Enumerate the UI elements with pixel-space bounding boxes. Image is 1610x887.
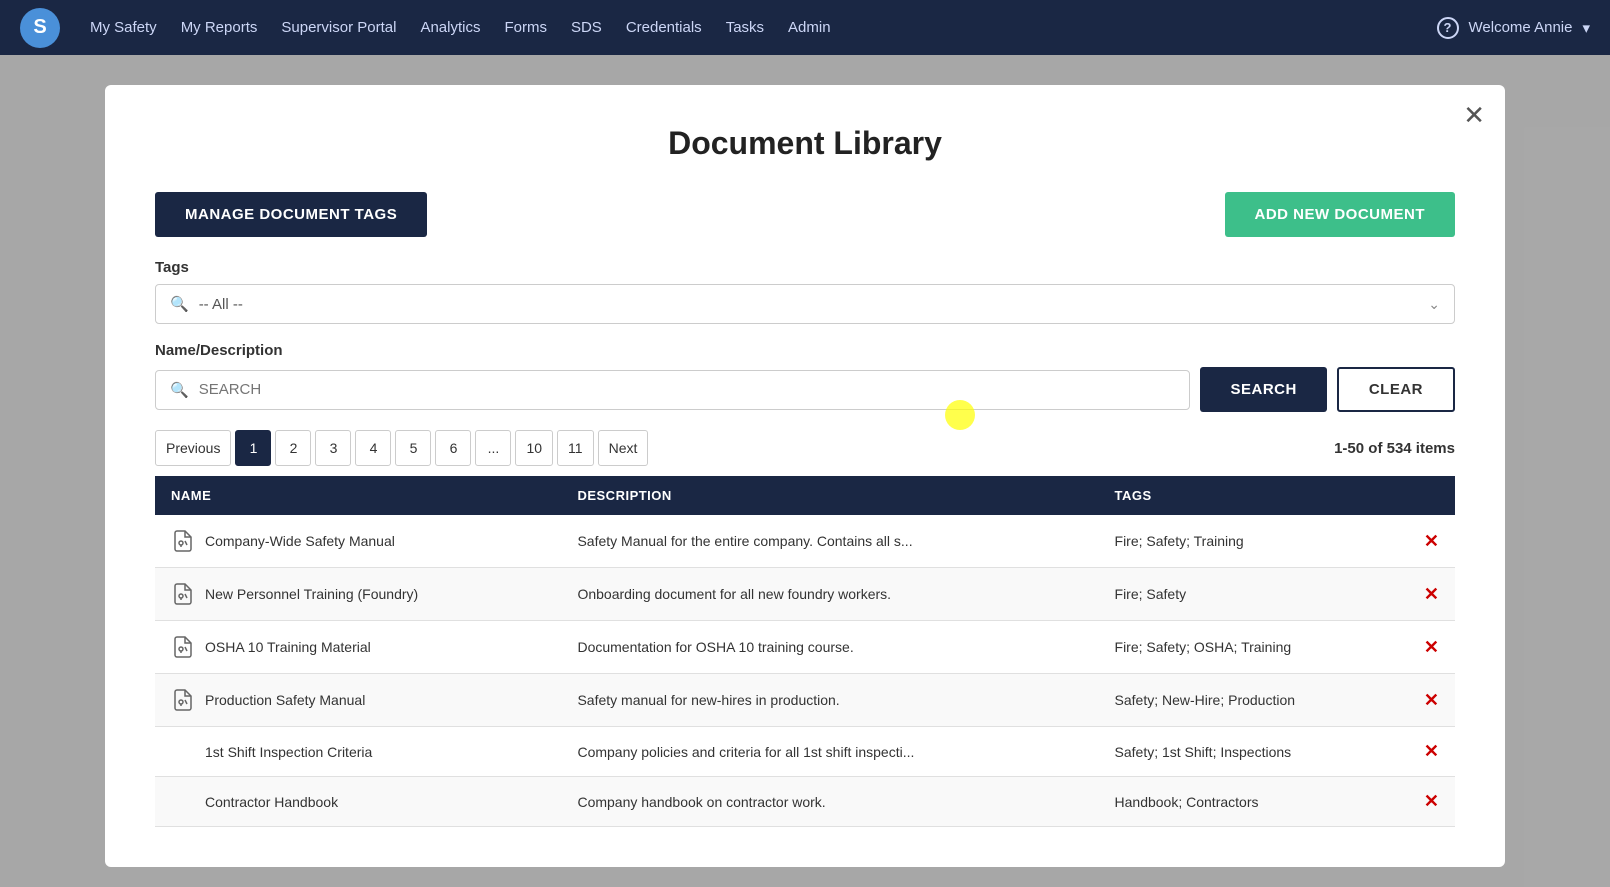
doc-delete-cell: ✕ (1408, 674, 1455, 727)
search-input-wrap: 🔍 (155, 370, 1190, 410)
doc-delete-cell: ✕ (1408, 568, 1455, 621)
user-chevron-icon[interactable]: ▾ (1582, 19, 1590, 37)
nav-tasks[interactable]: Tasks (726, 19, 764, 36)
nav-analytics[interactable]: Analytics (420, 19, 480, 36)
doc-name-cell: New Personnel Training (Foundry) (155, 568, 561, 621)
documents-table: NAME DESCRIPTION TAGS Company-Wide Safet… (155, 476, 1455, 827)
nav-sds[interactable]: SDS (571, 19, 602, 36)
welcome-text: Welcome Annie (1469, 19, 1573, 36)
nav-my-reports[interactable]: My Reports (181, 19, 258, 36)
tags-search-icon: 🔍 (170, 295, 189, 313)
document-icon (171, 582, 195, 606)
tags-dropdown[interactable]: 🔍 -- All -- ⌄ (155, 284, 1455, 324)
page-2-button[interactable]: 2 (275, 430, 311, 466)
manage-document-tags-button[interactable]: MANAGE DOCUMENT TAGS (155, 192, 427, 237)
navbar: S My Safety My Reports Supervisor Portal… (0, 0, 1610, 55)
doc-name-cell: 1st Shift Inspection Criteria (155, 727, 561, 777)
delete-document-button[interactable]: ✕ (1424, 584, 1439, 605)
doc-name-cell: Production Safety Manual (155, 674, 561, 727)
page-1-button[interactable]: 1 (235, 430, 271, 466)
doc-name-cell: Contractor Handbook (155, 777, 561, 827)
document-icon (171, 688, 195, 712)
doc-delete-cell: ✕ (1408, 515, 1455, 568)
page-3-button[interactable]: 3 (315, 430, 351, 466)
page-6-button[interactable]: 6 (435, 430, 471, 466)
table-row: Company-Wide Safety ManualSafety Manual … (155, 515, 1455, 568)
items-count: 1-50 of 534 items (1334, 440, 1455, 457)
add-new-document-button[interactable]: ADD NEW DOCUMENT (1225, 192, 1456, 237)
clear-button[interactable]: CLEAR (1337, 367, 1455, 412)
table-row: Production Safety ManualSafety manual fo… (155, 674, 1455, 727)
doc-description-cell: Documentation for OSHA 10 training cours… (561, 621, 1098, 674)
delete-document-button[interactable]: ✕ (1424, 791, 1439, 812)
nav-forms[interactable]: Forms (504, 19, 547, 36)
tags-chevron-icon: ⌄ (1428, 296, 1440, 313)
doc-tags-cell: Fire; Safety (1099, 568, 1408, 621)
search-input[interactable] (199, 381, 1176, 398)
doc-tags-cell: Safety; New-Hire; Production (1099, 674, 1408, 727)
doc-tags-cell: Safety; 1st Shift; Inspections (1099, 727, 1408, 777)
doc-tags-cell: Handbook; Contractors (1099, 777, 1408, 827)
nav-right: ? Welcome Annie ▾ (1437, 17, 1590, 39)
modal-overlay: ✕ Document Library MANAGE DOCUMENT TAGS … (0, 55, 1610, 887)
nav-links: My Safety My Reports Supervisor Portal A… (90, 19, 1407, 36)
nav-supervisor-portal[interactable]: Supervisor Portal (281, 19, 396, 36)
col-header-name: NAME (155, 476, 561, 515)
doc-description-cell: Company policies and criteria for all 1s… (561, 727, 1098, 777)
nav-credentials[interactable]: Credentials (626, 19, 702, 36)
doc-tags-cell: Fire; Safety; OSHA; Training (1099, 621, 1408, 674)
previous-button[interactable]: Previous (155, 430, 231, 466)
search-icon: 🔍 (170, 381, 189, 399)
delete-document-button[interactable]: ✕ (1424, 637, 1439, 658)
col-header-actions (1408, 476, 1455, 515)
nav-my-safety[interactable]: My Safety (90, 19, 157, 36)
pagination: Previous 1 2 3 4 5 6 ... 10 11 Next (155, 430, 648, 466)
doc-delete-cell: ✕ (1408, 777, 1455, 827)
doc-description-cell: Safety Manual for the entire company. Co… (561, 515, 1098, 568)
table-row: OSHA 10 Training MaterialDocumentation f… (155, 621, 1455, 674)
name-desc-label: Name/Description (155, 342, 1455, 359)
document-library-modal: ✕ Document Library MANAGE DOCUMENT TAGS … (105, 85, 1505, 867)
search-button[interactable]: SEARCH (1200, 367, 1326, 412)
doc-delete-cell: ✕ (1408, 727, 1455, 777)
next-button[interactable]: Next (598, 430, 649, 466)
col-header-description: DESCRIPTION (561, 476, 1098, 515)
modal-title: Document Library (155, 125, 1455, 162)
delete-document-button[interactable]: ✕ (1424, 531, 1439, 552)
document-icon (171, 635, 195, 659)
col-header-tags: TAGS (1099, 476, 1408, 515)
page-ellipsis: ... (475, 430, 511, 466)
table-row: 1st Shift Inspection CriteriaCompany pol… (155, 727, 1455, 777)
doc-description-cell: Company handbook on contractor work. (561, 777, 1098, 827)
pagination-row: Previous 1 2 3 4 5 6 ... 10 11 Next 1-50… (155, 430, 1455, 466)
nav-admin[interactable]: Admin (788, 19, 831, 36)
doc-description-cell: Safety manual for new-hires in productio… (561, 674, 1098, 727)
modal-close-button[interactable]: ✕ (1463, 100, 1485, 131)
help-icon[interactable]: ? (1437, 17, 1459, 39)
document-icon (171, 529, 195, 553)
doc-tags-cell: Fire; Safety; Training (1099, 515, 1408, 568)
search-row: 🔍 SEARCH CLEAR (155, 367, 1455, 412)
doc-description-cell: Onboarding document for all new foundry … (561, 568, 1098, 621)
table-row: Contractor HandbookCompany handbook on c… (155, 777, 1455, 827)
delete-document-button[interactable]: ✕ (1424, 741, 1439, 762)
action-row: MANAGE DOCUMENT TAGS ADD NEW DOCUMENT (155, 192, 1455, 237)
table-row: New Personnel Training (Foundry)Onboardi… (155, 568, 1455, 621)
delete-document-button[interactable]: ✕ (1424, 690, 1439, 711)
tags-dropdown-value: -- All -- (199, 296, 1429, 313)
page-10-button[interactable]: 10 (515, 430, 553, 466)
page-11-button[interactable]: 11 (557, 430, 594, 466)
tags-label: Tags (155, 259, 1455, 276)
doc-delete-cell: ✕ (1408, 621, 1455, 674)
page-5-button[interactable]: 5 (395, 430, 431, 466)
app-logo: S (20, 8, 60, 48)
doc-name-cell: OSHA 10 Training Material (155, 621, 561, 674)
page-4-button[interactable]: 4 (355, 430, 391, 466)
doc-name-cell: Company-Wide Safety Manual (155, 515, 561, 568)
